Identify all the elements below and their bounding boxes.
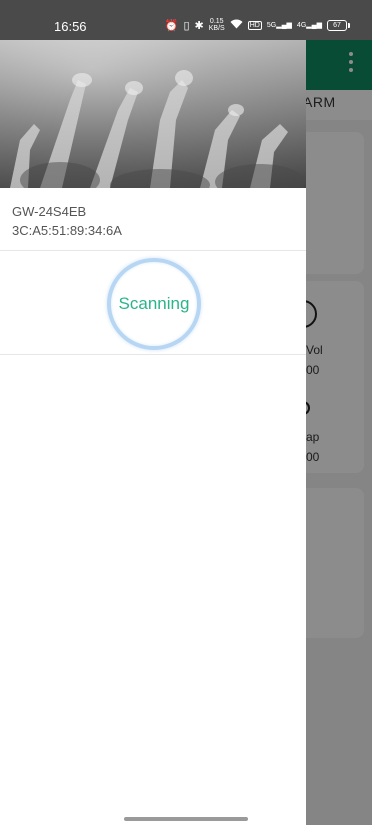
device-info[interactable]: GW-24S4EB 3C:A5:51:89:34:6A bbox=[12, 202, 122, 240]
concert-crowd-image bbox=[0, 40, 306, 188]
status-icons: ⏰ ▯ ✱ 0.15 KB/S HD 5G▂▄▆ 4G▂▄▆ 67 bbox=[165, 18, 350, 32]
device-name: GW-24S4EB bbox=[12, 204, 87, 219]
network-speed-value: 0.15 bbox=[209, 18, 224, 25]
status-time: 16:56 bbox=[54, 19, 87, 34]
scan-button[interactable]: Scanning bbox=[107, 258, 201, 350]
signal1-label: 5G bbox=[266, 22, 277, 29]
battery-level: 67 bbox=[327, 19, 347, 31]
home-indicator[interactable] bbox=[124, 817, 248, 821]
navigation-drawer: GW-24S4EB 3C:A5:51:89:34:6A Scanning bbox=[0, 0, 306, 825]
signal-icon: 4G▂▄▆ bbox=[296, 22, 322, 29]
battery-icon: 67 bbox=[327, 19, 350, 31]
divider bbox=[0, 250, 306, 251]
device-mac-address: 3C:A5:51:89:34:6A bbox=[12, 223, 122, 238]
signal-icon: 5G▂▄▆ bbox=[266, 22, 292, 29]
network-speed: 0.15 KB/S bbox=[209, 18, 225, 32]
alarm-icon: ⏰ bbox=[164, 19, 179, 32]
scan-label: Scanning bbox=[118, 294, 190, 313]
divider bbox=[0, 354, 306, 355]
bluetooth-icon: ✱ bbox=[194, 19, 204, 32]
status-bar: 16:56 ⏰ ▯ ✱ 0.15 KB/S HD 5G▂▄▆ 4G▂▄▆ 67 bbox=[0, 0, 372, 40]
network-speed-unit: KB/S bbox=[208, 25, 225, 32]
signal2-label: 4G bbox=[296, 22, 307, 29]
drawer-header-image bbox=[0, 40, 306, 188]
wifi-icon bbox=[230, 19, 243, 32]
vibrate-icon: ▯ bbox=[183, 19, 190, 32]
hd-icon: HD bbox=[247, 20, 262, 30]
